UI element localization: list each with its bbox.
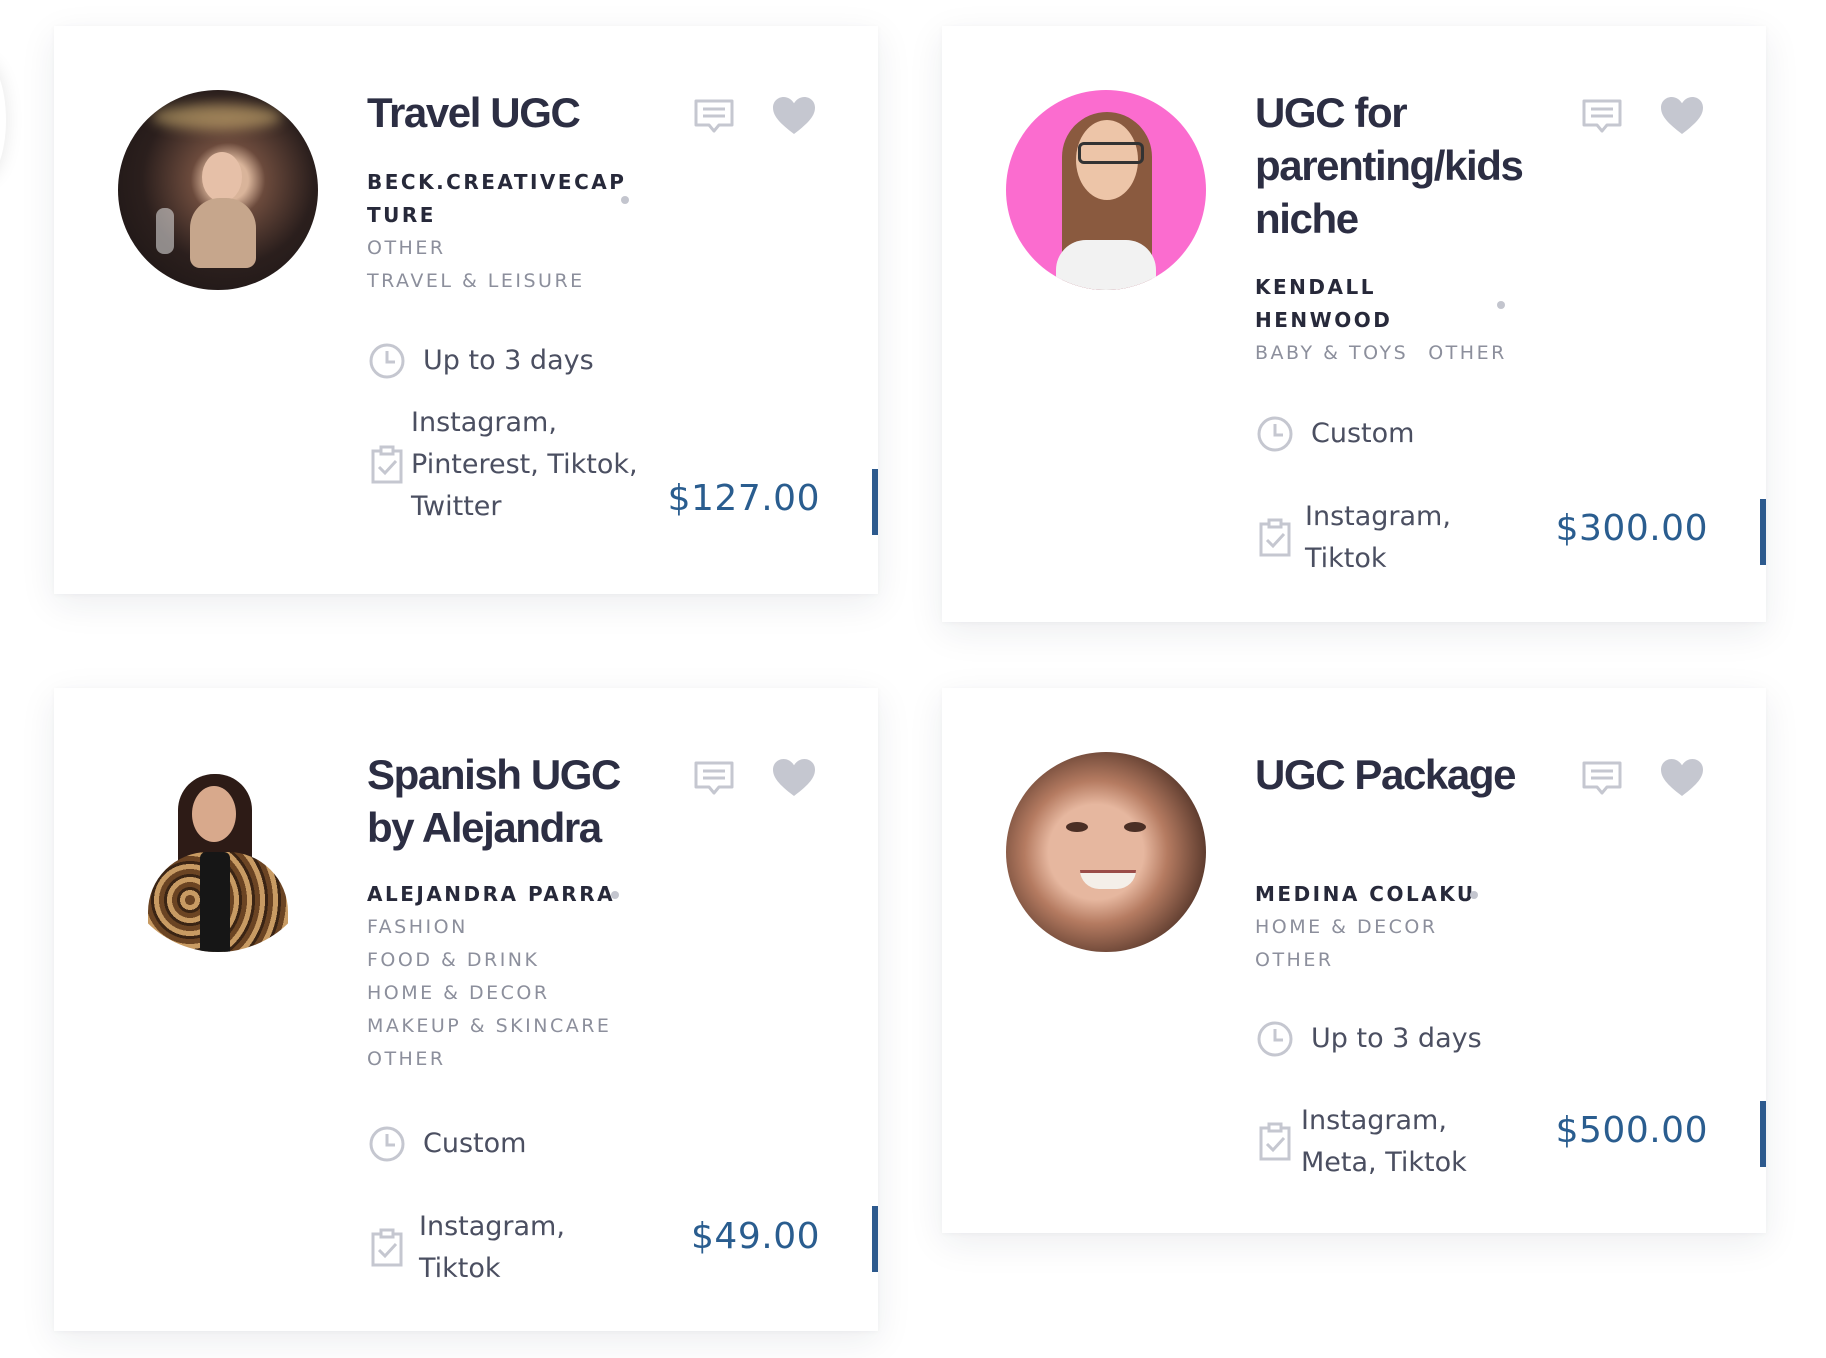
- message-icon[interactable]: [688, 90, 740, 142]
- creator-avatar[interactable]: [118, 752, 318, 952]
- service-title[interactable]: UGC Package: [1255, 748, 1545, 801]
- service-card[interactable]: Travel UGC BECK.CREATIVECAPTURE OTHER TR…: [54, 26, 878, 594]
- creator-name[interactable]: ALEJANDRA PARRA: [367, 878, 637, 911]
- delivery-label: Custom: [1311, 418, 1415, 449]
- platforms-label: Instagram, Tiktok: [1305, 501, 1451, 574]
- delivery-time: Custom: [367, 1123, 526, 1165]
- clipboard-check-icon: [367, 1228, 407, 1268]
- category-tag: HOME & DECOR: [1255, 916, 1438, 938]
- category-tag: MAKEUP & SKINCARE: [367, 1015, 612, 1037]
- service-card[interactable]: UGC for parenting/kids niche KENDALL HEN…: [942, 26, 1766, 622]
- price-accent-bar: [1760, 1101, 1766, 1167]
- service-title[interactable]: Travel UGC: [367, 86, 657, 139]
- clock-icon: [367, 341, 407, 381]
- message-icon[interactable]: [1576, 752, 1628, 804]
- separator-dot: [1497, 301, 1505, 309]
- category-tag: OTHER: [367, 237, 446, 259]
- delivery-label: Up to 3 days: [1311, 1023, 1482, 1054]
- price: $127.00: [667, 478, 820, 519]
- category-tag: HOME & DECOR: [367, 982, 550, 1004]
- clock-icon: [367, 1124, 407, 1164]
- price-accent-bar: [872, 1206, 878, 1272]
- heart-icon[interactable]: [1656, 90, 1708, 142]
- category-tag: OTHER: [1428, 342, 1507, 364]
- heart-icon[interactable]: [768, 752, 820, 804]
- clock-icon: [1255, 414, 1295, 454]
- delivery-time: Up to 3 days: [1255, 1018, 1482, 1060]
- separator-dot: [1470, 891, 1478, 899]
- offscreen-element-edge: [0, 60, 6, 180]
- delivery-time: Custom: [1255, 413, 1414, 455]
- clipboard-check-icon: [1255, 1122, 1295, 1162]
- price: $300.00: [1555, 508, 1708, 549]
- service-title[interactable]: Spanish UGC by Alejandra: [367, 748, 657, 854]
- service-title[interactable]: UGC for parenting/kids niche: [1255, 86, 1545, 245]
- service-card[interactable]: Spanish UGC by Alejandra ALEJANDRA PARRA…: [54, 688, 878, 1331]
- clipboard-check-icon: [1255, 518, 1295, 558]
- category-tag: FOOD & DRINK: [367, 949, 540, 971]
- category-tag: BABY & TOYS: [1255, 342, 1409, 364]
- separator-dot: [621, 196, 629, 204]
- message-icon[interactable]: [1576, 90, 1628, 142]
- price: $500.00: [1555, 1110, 1708, 1151]
- heart-icon[interactable]: [768, 90, 820, 142]
- platforms: Instagram, Tiktok: [367, 1206, 589, 1290]
- creator-avatar[interactable]: [118, 90, 318, 290]
- delivery-label: Up to 3 days: [423, 345, 594, 376]
- service-card[interactable]: UGC Package MEDINA COLAKU HOME & DECOR O…: [942, 688, 1766, 1233]
- creator-avatar[interactable]: [1006, 90, 1206, 290]
- platforms-label: Instagram, Tiktok: [419, 1211, 565, 1284]
- platforms: Instagram, Pinterest, Tiktok, Twitter: [367, 402, 641, 528]
- heart-icon[interactable]: [1656, 752, 1708, 804]
- platforms-label: Instagram, Pinterest, Tiktok, Twitter: [411, 407, 638, 522]
- platforms-label: Instagram, Meta, Tiktok: [1301, 1105, 1467, 1178]
- category-tag: OTHER: [367, 1048, 446, 1070]
- price: $49.00: [691, 1216, 820, 1257]
- price-accent-bar: [872, 469, 878, 535]
- category-tag: TRAVEL & LEISURE: [367, 270, 585, 292]
- price-accent-bar: [1760, 499, 1766, 565]
- delivery-label: Custom: [423, 1128, 527, 1159]
- clock-icon: [1255, 1019, 1295, 1059]
- separator-dot: [611, 891, 619, 899]
- delivery-time: Up to 3 days: [367, 340, 594, 382]
- platforms: Instagram, Meta, Tiktok: [1255, 1100, 1481, 1184]
- creator-name[interactable]: KENDALL HENWOOD: [1255, 271, 1415, 337]
- creator-avatar[interactable]: [1006, 752, 1206, 952]
- creator-name[interactable]: BECK.CREATIVECAPTURE: [367, 166, 637, 232]
- platforms: Instagram, Tiktok: [1255, 496, 1465, 580]
- creator-name[interactable]: MEDINA COLAKU: [1255, 878, 1525, 911]
- clipboard-check-icon: [367, 445, 407, 485]
- category-tag: OTHER: [1255, 949, 1334, 971]
- category-tag: FASHION: [367, 916, 468, 938]
- message-icon[interactable]: [688, 752, 740, 804]
